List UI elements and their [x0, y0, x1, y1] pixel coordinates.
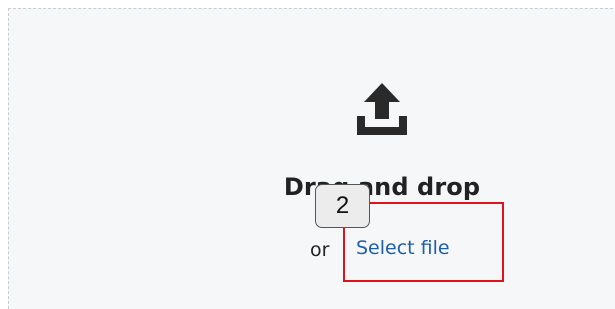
- dropzone-title: Drag and drop: [283, 173, 481, 201]
- upload-icon: [357, 83, 407, 135]
- marker-badge: 2: [315, 184, 370, 228]
- upload-page: Drag and drop or Select file 2: [0, 0, 615, 309]
- file-dropzone[interactable]: Drag and drop or Select file: [8, 8, 615, 309]
- or-separator-text: or: [310, 239, 330, 261]
